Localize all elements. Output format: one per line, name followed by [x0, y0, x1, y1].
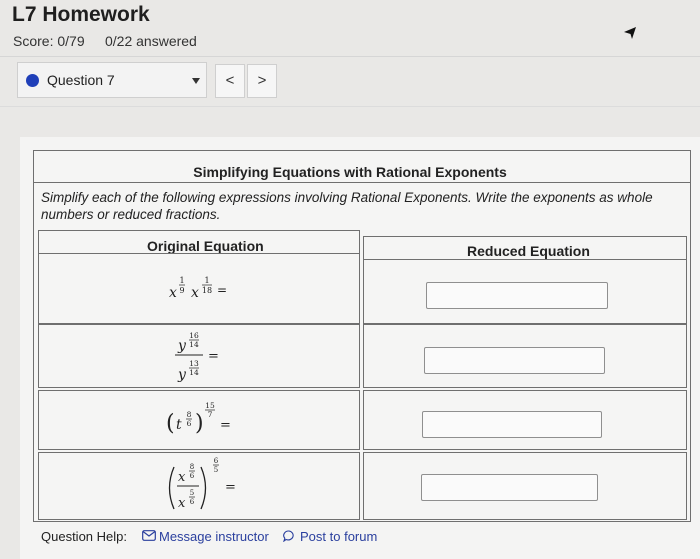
eq4-bottom-exp-num: 5: [190, 489, 194, 497]
question-select[interactable]: Question 7: [17, 62, 207, 98]
eq1-exp2-den: 18: [202, 286, 212, 295]
eq3-open-paren: (: [166, 411, 175, 436]
eq2-den-exp-num: 13: [189, 359, 199, 368]
equation-3: ( t 8 6 ) 15 7 =: [166, 401, 231, 436]
eq2-denominator-base: y: [177, 367, 187, 383]
eq4-outer-exp-num: 6: [214, 457, 219, 465]
eq3-outer-exp-den: 7: [208, 410, 213, 419]
eq3-base: t: [176, 417, 182, 433]
page-title: L7 Homework: [12, 3, 150, 26]
message-instructor-label: Message instructor: [159, 529, 269, 544]
eq2-num-exp-den: 14: [189, 340, 199, 349]
eq4-equals: =: [225, 480, 236, 495]
eq2-equals: =: [208, 349, 219, 364]
table-title: Simplifying Equations with Rational Expo…: [193, 164, 507, 180]
eq4-top-base: x: [178, 470, 186, 485]
question-help-label: Question Help:: [41, 529, 127, 544]
equation-1: x 1 9 x 1 18 =: [169, 276, 227, 301]
eq2-num-exp-num: 16: [189, 331, 199, 340]
message-instructor-link[interactable]: Message instructor: [142, 529, 269, 544]
answered-count: 0/22 answered: [105, 33, 197, 49]
eq4-bottom-exp-den: 6: [190, 498, 195, 506]
header-divider: [0, 56, 700, 57]
eq3-outer-exp-num: 15: [205, 401, 215, 410]
eq4-top-exp-den: 6: [190, 472, 195, 480]
selector-divider: [0, 106, 700, 107]
question-status-dot-icon: [26, 74, 39, 87]
answer-input-4[interactable]: [421, 474, 598, 501]
question-select-label: Question 7: [47, 72, 115, 88]
post-to-forum-link[interactable]: Post to forum: [283, 529, 377, 544]
table-title-divider: [34, 182, 690, 183]
eq4-outer-exp-den: 5: [214, 466, 218, 474]
eq3-equals: =: [220, 418, 231, 433]
post-to-forum-label: Post to forum: [300, 529, 378, 544]
eq1-base-2: x: [191, 285, 199, 301]
eq1-equals: =: [217, 283, 227, 297]
eq2-numerator-base: y: [177, 338, 187, 354]
answer-input-2[interactable]: [424, 347, 605, 374]
eq3-inner-exp-den: 6: [187, 419, 192, 428]
answer-input-1[interactable]: [426, 282, 608, 309]
eq4-open-paren: [168, 466, 175, 510]
eq3-close-paren: ): [195, 411, 204, 436]
eq1-exp1-den: 9: [179, 286, 184, 295]
eq4-top-exp-num: 8: [190, 463, 194, 471]
eq3-inner-exp-num: 8: [187, 410, 192, 419]
eq1-exp2-num: 1: [204, 276, 209, 285]
eq1-exp1-num: 1: [179, 276, 184, 285]
column-header-reduced: Reduced Equation: [467, 243, 590, 259]
eq4-bottom-base: x: [178, 496, 186, 511]
answer-input-3[interactable]: [422, 411, 602, 438]
eq4-close-paren: [200, 466, 207, 510]
next-question-button[interactable]: >: [247, 64, 277, 98]
eq2-den-exp-den: 14: [189, 368, 199, 377]
equation-4: x 8 6 x 5 6 6 5 =: [168, 457, 236, 511]
equation-2: y 16 14 y 13 14 =: [175, 331, 219, 383]
previous-question-button[interactable]: <: [215, 64, 245, 98]
column-header-original: Original Equation: [147, 238, 264, 254]
mouse-cursor-icon: [624, 27, 636, 39]
score-text: Score: 0/79: [13, 33, 85, 49]
chevron-down-icon: [192, 78, 200, 84]
instructions-text: Simplify each of the following expressio…: [41, 190, 653, 222]
eq1-base-1: x: [169, 285, 177, 301]
